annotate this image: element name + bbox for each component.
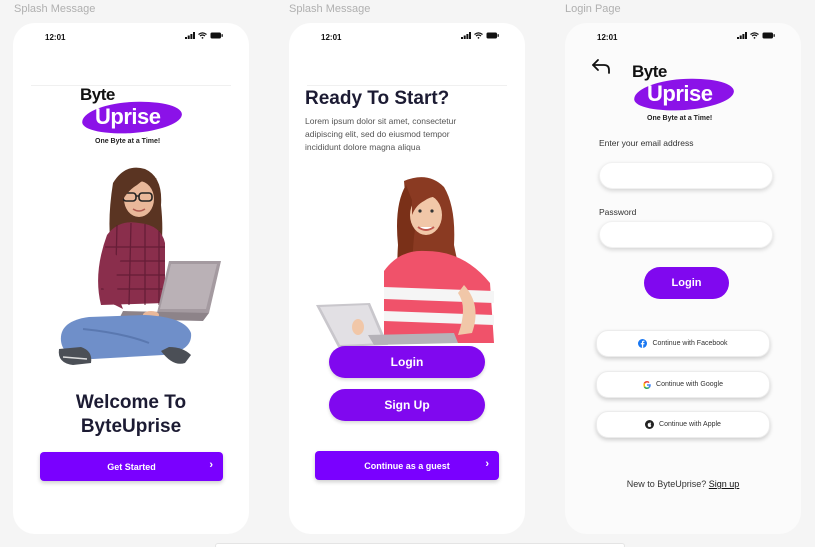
continue-with-apple-button[interactable]: Continue with Apple xyxy=(596,411,770,438)
status-time: 12:01 xyxy=(321,33,342,42)
logo-tagline: One Byte at a Time! xyxy=(647,115,713,122)
get-started-button[interactable]: Get Started › xyxy=(40,452,223,481)
logo-byte-text: Byte xyxy=(632,62,667,81)
login-submit-button[interactable]: Login xyxy=(644,267,729,299)
welcome-title: Welcome To ByteUprise xyxy=(13,391,249,439)
status-icons xyxy=(737,32,775,39)
guest-label: Continue as a guest xyxy=(364,460,450,471)
password-field[interactable] xyxy=(599,221,773,248)
phone-splash-ready: 12:01 Ready To Start? Lorem ipsum dolor … xyxy=(289,23,525,534)
student-laptop-illustration xyxy=(58,167,221,365)
bottom-scrollbar[interactable] xyxy=(215,543,625,547)
status-bar: 12:01 xyxy=(565,23,801,53)
email-label: Enter your email address xyxy=(599,138,694,148)
signup-prompt-text: New to ByteUprise? xyxy=(626,479,707,489)
signal-icon xyxy=(737,32,747,39)
ready-body-text: Lorem ipsum dolor sit amet, consectetur … xyxy=(305,116,457,152)
apple-icon xyxy=(645,420,655,429)
logo-tagline: One Byte at a Time! xyxy=(95,138,161,145)
facebook-label: Continue with Facebook xyxy=(652,340,728,347)
get-started-label: Get Started xyxy=(107,461,156,472)
login-label: Login xyxy=(390,355,424,369)
status-time: 12:01 xyxy=(597,33,618,42)
back-arrow-icon[interactable] xyxy=(591,58,611,74)
status-bar: 12:01 xyxy=(13,23,249,53)
battery-icon xyxy=(210,32,223,39)
continue-with-facebook-button[interactable]: Continue with Facebook xyxy=(596,330,770,357)
google-label: Continue with Google xyxy=(656,381,723,388)
byteuprise-logo: Byte Uprise One Byte at a Time! xyxy=(80,85,190,150)
password-label: Password xyxy=(599,207,637,217)
continue-with-google-button[interactable]: Continue with Google xyxy=(596,371,770,398)
logo-byte-text: Byte xyxy=(80,85,115,104)
wifi-icon xyxy=(474,32,483,39)
ready-title: Ready To Start? xyxy=(305,88,450,109)
welcome-title-line1: Welcome To xyxy=(75,392,187,413)
status-icons xyxy=(461,32,499,39)
status-time: 12:01 xyxy=(45,33,66,42)
signup-link[interactable]: Sign up xyxy=(709,479,740,489)
facebook-icon xyxy=(638,339,648,348)
logo-uprise-text: Uprise xyxy=(95,104,161,129)
login-submit-label: Login xyxy=(671,277,702,289)
signup-label: Sign Up xyxy=(384,398,430,412)
byteuprise-logo: Byte Uprise One Byte at a Time! xyxy=(632,62,742,127)
signup-prompt: New to ByteUprise? Sign up xyxy=(565,479,801,489)
frame-label-splash-2: Splash Message xyxy=(289,3,371,15)
email-field[interactable] xyxy=(599,162,773,189)
signal-icon xyxy=(461,32,471,39)
status-icons xyxy=(185,32,223,39)
student-laptop-illustration xyxy=(316,177,494,347)
header-divider xyxy=(307,85,507,86)
login-button[interactable]: Login xyxy=(329,346,485,378)
frame-label-login: Login Page xyxy=(565,3,621,15)
battery-icon xyxy=(762,32,775,39)
signup-button[interactable]: Sign Up xyxy=(329,389,485,421)
welcome-title-line2: ByteUprise xyxy=(80,416,182,437)
phone-splash-welcome: 12:01 Byte Uprise One Byte at a Time! We… xyxy=(13,23,249,534)
continue-as-guest-button[interactable]: Continue as a guest › xyxy=(315,451,499,480)
status-bar: 12:01 xyxy=(289,23,525,53)
wifi-icon xyxy=(750,32,759,39)
google-icon xyxy=(643,380,651,389)
logo-uprise-text: Uprise xyxy=(647,81,713,106)
chevron-right-icon: › xyxy=(485,458,489,470)
signal-icon xyxy=(185,32,195,39)
apple-label: Continue with Apple xyxy=(659,421,721,428)
frame-label-splash-1: Splash Message xyxy=(14,3,96,15)
chevron-right-icon: › xyxy=(209,459,213,471)
wifi-icon xyxy=(198,32,207,39)
battery-icon xyxy=(486,32,499,39)
phone-login: 12:01 Byte Uprise One Byte at a Time! En… xyxy=(565,23,801,534)
